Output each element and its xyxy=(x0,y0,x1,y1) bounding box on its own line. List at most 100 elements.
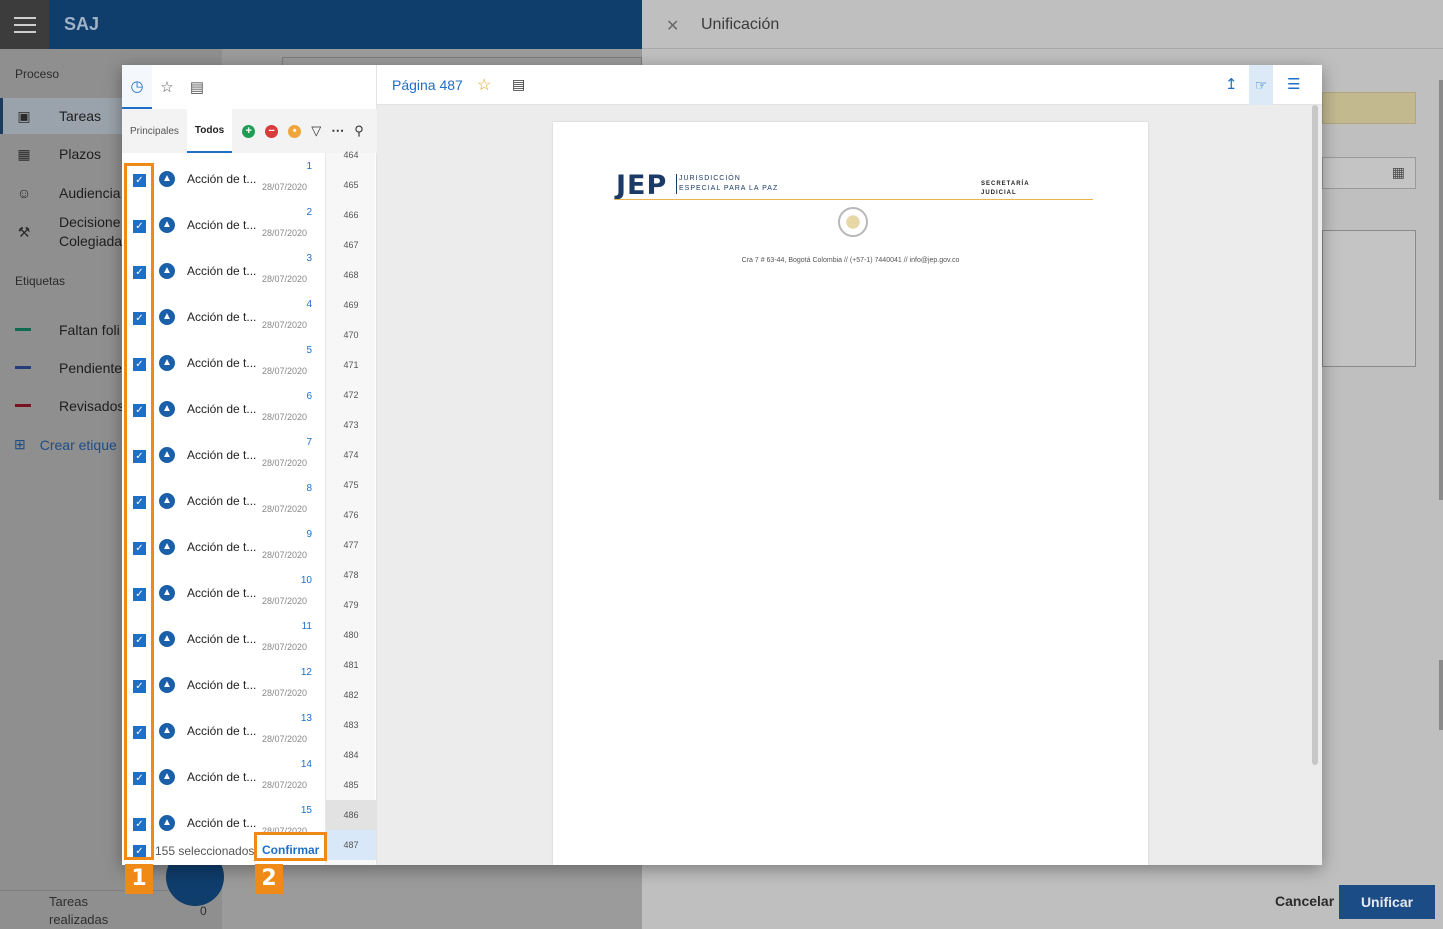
coat-of-arms-seal xyxy=(838,207,868,237)
filter-icon[interactable]: ▽ xyxy=(311,123,321,139)
document-stamp-icon: ▲ xyxy=(159,677,175,693)
comment-icon[interactable]: ▤ xyxy=(512,76,525,93)
page-number[interactable]: 473 xyxy=(326,410,376,440)
remove-icon[interactable]: − xyxy=(265,124,279,138)
page-number[interactable]: 486 xyxy=(326,800,376,830)
cancel-button[interactable]: Cancelar xyxy=(1275,893,1334,909)
page-number[interactable]: 478 xyxy=(326,560,376,590)
department-name: SECRETARÍA JUDICIAL xyxy=(981,180,1030,198)
clock-icon: ◷ xyxy=(130,78,144,95)
document-stamp-icon: ▲ xyxy=(159,539,175,555)
page-number[interactable]: 476 xyxy=(326,500,376,530)
viewer-scrollbar[interactable] xyxy=(1312,105,1318,765)
page-number[interactable]: 465 xyxy=(326,170,376,200)
page-number[interactable]: 479 xyxy=(326,590,376,620)
close-icon[interactable]: ✕ xyxy=(666,16,679,36)
favorites-tab[interactable]: ☆ xyxy=(152,65,182,109)
unify-button[interactable]: Unificar xyxy=(1339,885,1435,919)
document-stamp-icon: ▲ xyxy=(159,631,175,647)
sidebar-item-label: Decisione Colegiada xyxy=(59,214,123,249)
comments-tab[interactable]: ▤ xyxy=(182,65,212,109)
page-number[interactable]: 467 xyxy=(326,230,376,260)
more-icon[interactable]: ⋯ xyxy=(331,123,344,139)
page-number[interactable]: 474 xyxy=(326,440,376,470)
text-area[interactable] xyxy=(1322,230,1416,367)
calendar-icon[interactable]: ▦ xyxy=(1392,164,1405,181)
dept-line-1: SECRETARÍA xyxy=(981,181,1030,187)
document-number: 6 xyxy=(306,391,312,402)
document-number: 2 xyxy=(306,207,312,218)
add-icon[interactable]: + xyxy=(242,124,256,138)
document-title: Acción de t... xyxy=(187,448,257,462)
header-rule xyxy=(614,199,1093,200)
page-number[interactable]: 483 xyxy=(326,710,376,740)
document-title: Acción de t... xyxy=(187,402,257,416)
document-date: 28/07/2020 xyxy=(262,274,308,284)
document-date: 28/07/2020 xyxy=(262,780,308,790)
app-title: SAJ xyxy=(64,14,100,34)
page-number[interactable]: 469 xyxy=(326,290,376,320)
scrollbar[interactable] xyxy=(1439,80,1443,500)
hamburger-menu-icon[interactable] xyxy=(0,0,49,49)
document-stamp-icon: ▲ xyxy=(159,447,175,463)
document-number: 12 xyxy=(300,667,312,678)
sidebar-item-label: Audiencia xyxy=(59,185,121,201)
org-name: JURISDICCIÓN ESPECIAL PARA LA PAZ xyxy=(679,174,778,194)
document-number: 13 xyxy=(300,713,312,724)
page-number[interactable]: 485 xyxy=(326,770,376,800)
logo-divider xyxy=(676,174,677,194)
document-number: 7 xyxy=(306,437,312,448)
tasks-done-count: 0 xyxy=(200,904,207,918)
date-field[interactable]: ▦ xyxy=(1322,157,1416,189)
panel-divider xyxy=(642,48,1443,49)
sidebar-item-label: Tareas xyxy=(59,108,102,124)
tag-color-blue xyxy=(15,366,31,369)
document-number: 15 xyxy=(300,805,312,816)
hand-pan-icon[interactable]: ☞ xyxy=(1249,65,1273,105)
page-number[interactable]: 468 xyxy=(326,260,376,290)
page-number[interactable]: 472 xyxy=(326,380,376,410)
page-number[interactable]: 482 xyxy=(326,680,376,710)
document-stamp-icon: ▲ xyxy=(159,585,175,601)
create-tag-link[interactable]: ⊞ Crear etique xyxy=(14,436,117,453)
document-date: 28/07/2020 xyxy=(262,596,308,606)
page-number[interactable]: 481 xyxy=(326,650,376,680)
text-select-icon[interactable]: ↥ xyxy=(1225,75,1238,93)
page-label: Página 487 xyxy=(392,77,463,93)
document-date: 28/07/2020 xyxy=(262,458,308,468)
document-stamp-icon: ▲ xyxy=(159,171,175,187)
document-date: 28/07/2020 xyxy=(262,642,308,652)
tab-todos[interactable]: Todos xyxy=(186,109,233,153)
favorite-star-icon[interactable]: ☆ xyxy=(477,75,491,95)
history-tab[interactable]: ◷ xyxy=(122,65,152,109)
settings-sliders-icon[interactable]: ☰ xyxy=(1287,75,1300,93)
page-number[interactable]: 464 xyxy=(326,140,376,170)
tag-revisados[interactable]: Revisados xyxy=(59,398,124,414)
page-number[interactable]: 471 xyxy=(326,350,376,380)
document-title: Acción de t... xyxy=(187,770,257,784)
page-number[interactable]: 470 xyxy=(326,320,376,350)
document-number: 9 xyxy=(306,529,312,540)
document-list-pane: ◷ ☆ ▤ Principales Todos + − • ▽ ⋯ ⚲ ✓ ▲ Ac… xyxy=(122,65,377,865)
document-number: 4 xyxy=(306,299,312,310)
page-number[interactable]: 484 xyxy=(326,740,376,770)
annotation-badge-2: 2 xyxy=(255,864,283,894)
page-number[interactable]: 477 xyxy=(326,530,376,560)
tag-faltan-folios[interactable]: Faltan foli xyxy=(59,322,120,338)
document-number: 1 xyxy=(306,161,312,172)
tab-principales[interactable]: Principales xyxy=(122,109,187,153)
page-number[interactable]: 466 xyxy=(326,200,376,230)
tag-icon[interactable]: • xyxy=(288,124,302,138)
jep-logo: JEP xyxy=(616,170,668,201)
document-date: 28/07/2020 xyxy=(262,550,308,560)
scrollbar-thumb[interactable] xyxy=(1439,660,1443,730)
search-icon[interactable]: ⚲ xyxy=(354,123,364,139)
page-number[interactable]: 480 xyxy=(326,620,376,650)
tag-pendientes[interactable]: Pendiente xyxy=(59,360,122,376)
comment-icon: ▤ xyxy=(189,79,205,96)
document-title: Acción de t... xyxy=(187,172,257,186)
page-number[interactable]: 487 xyxy=(326,830,376,860)
page-number[interactable]: 475 xyxy=(326,470,376,500)
document-stamp-icon: ▲ xyxy=(159,493,175,509)
selected-count: 155 seleccionados xyxy=(155,844,255,858)
